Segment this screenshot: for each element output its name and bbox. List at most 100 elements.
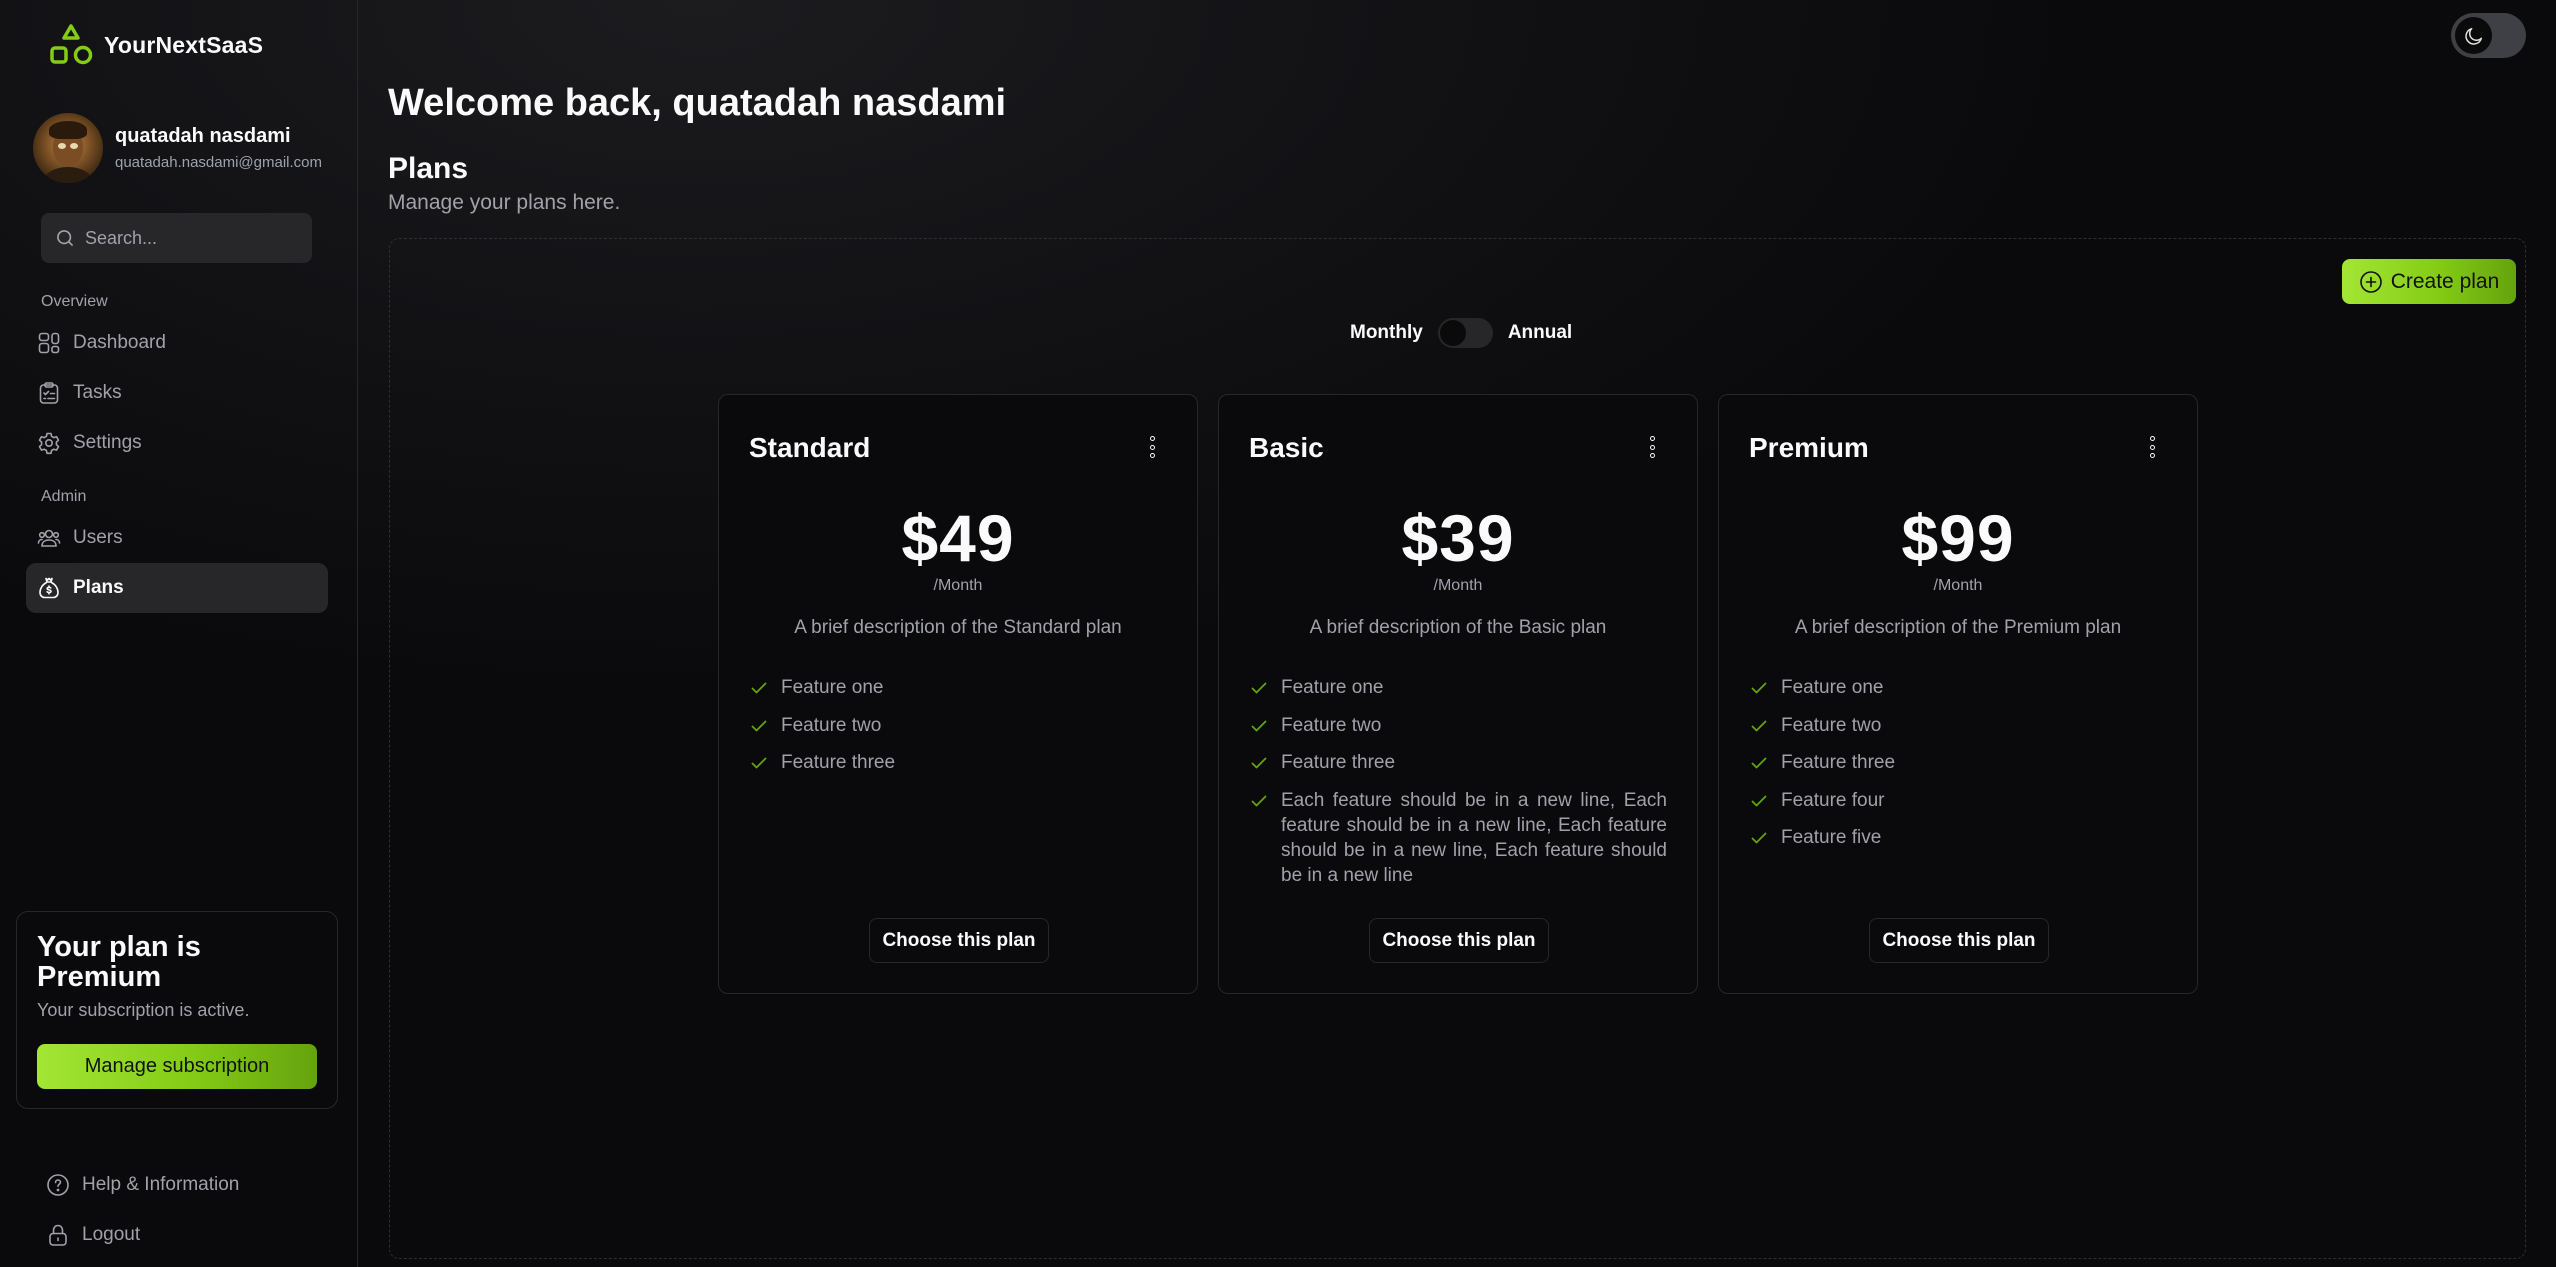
clipboard-icon (39, 382, 59, 404)
feature-list: Feature one Feature two Feature three (749, 675, 1167, 788)
plan-card-standard: Standard $49 /Month A brief description … (718, 394, 1198, 994)
moon-icon (2464, 27, 2482, 45)
check-icon (1751, 720, 1767, 731)
section-label-admin: Admin (41, 488, 87, 505)
theme-toggle[interactable] (2451, 13, 2526, 58)
sidebar-item-settings[interactable]: Settings (26, 418, 328, 468)
plus-circle-icon (2359, 270, 2382, 293)
plan-card-basic: Basic $39 /Month A brief description of … (1218, 394, 1698, 994)
plan-cards: Standard $49 /Month A brief description … (718, 394, 2198, 994)
lock-icon (49, 1224, 67, 1246)
feature-item: Each feature should be in a new line, Ea… (1249, 788, 1667, 888)
feature-item: Feature one (749, 675, 1167, 700)
theme-toggle-knob (2455, 17, 2492, 54)
section-label-overview: Overview (41, 293, 108, 310)
sidebar: YourNextSaaS quatadah nasdami quatadah.n… (0, 0, 358, 1267)
logo-shapes-icon (50, 24, 93, 65)
search-input[interactable] (85, 227, 305, 249)
help-circle-icon (47, 1174, 69, 1196)
app-name: YourNextSaaS (104, 31, 264, 58)
check-icon (751, 682, 767, 694)
feature-item: Feature five (1749, 825, 2167, 850)
check-icon (1751, 832, 1767, 844)
feature-item: Feature two (749, 713, 1167, 738)
feature-item: Feature two (1249, 713, 1667, 738)
gear-icon (38, 432, 60, 455)
app-logo[interactable]: YourNextSaaS (48, 22, 263, 68)
more-options-icon[interactable] (2145, 433, 2159, 461)
plan-period: /Month (933, 577, 983, 594)
plan-price: $99 (1901, 501, 2015, 575)
create-plan-label: Create plan (2390, 269, 2500, 293)
sidebar-item-tasks[interactable]: Tasks (26, 368, 328, 418)
sidebar-item-users[interactable]: Users (26, 513, 328, 563)
help-information-link[interactable]: Help & Information (46, 1173, 239, 1197)
check-icon (1751, 757, 1767, 769)
plan-period: /Month (1933, 577, 1983, 594)
plan-name: Standard (749, 432, 871, 463)
user-email: quatadah.nasdami@gmail.com (115, 154, 323, 171)
plans-container: Create plan Monthly Annual Standard $49 … (389, 238, 2526, 1259)
search-box[interactable] (41, 213, 312, 263)
feature-list: Feature one Feature two Feature three Fe… (1749, 675, 2167, 863)
check-icon (1751, 795, 1767, 806)
feature-item: Feature one (1749, 675, 2167, 700)
subscription-status: Your subscription is active. (37, 1000, 250, 1020)
check-icon (751, 757, 767, 769)
feature-item: Feature one (1249, 675, 1667, 700)
sidebar-item-label: Settings (73, 432, 142, 453)
feature-item: Feature three (749, 750, 1167, 775)
plan-price: $49 (901, 501, 1015, 575)
logout-link[interactable]: Logout (46, 1223, 140, 1247)
sidebar-item-label: Tasks (73, 382, 122, 403)
billing-period-switch: Monthly Annual (1350, 318, 1572, 348)
plan-period: /Month (1433, 577, 1483, 594)
user-name: quatadah nasdami (115, 125, 291, 147)
choose-plan-button[interactable]: Choose this plan (1369, 918, 1549, 963)
plan-description: A brief description of the Premium plan (1794, 617, 2122, 638)
create-plan-button[interactable]: Create plan (2342, 259, 2516, 304)
plan-price: $39 (1401, 501, 1515, 575)
billing-period-toggle[interactable] (1437, 318, 1493, 348)
choose-plan-button[interactable]: Choose this plan (869, 918, 1049, 963)
plan-name: Premium (1749, 432, 1869, 463)
plan-name: Basic (1249, 432, 1324, 463)
plan-description: A brief description of the Basic plan (1309, 617, 1607, 638)
choose-plan-button[interactable]: Choose this plan (1869, 918, 2049, 963)
search-icon (57, 230, 73, 246)
sidebar-item-dashboard[interactable]: Dashboard (26, 318, 328, 368)
check-icon (751, 720, 767, 731)
billing-monthly-label[interactable]: Monthly (1350, 322, 1423, 344)
manage-subscription-button[interactable]: Manage subscription (37, 1044, 317, 1089)
check-icon (1251, 795, 1267, 806)
logout-label: Logout (82, 1224, 141, 1245)
page-subtitle: Manage your plans here. (388, 191, 621, 214)
check-icon (1251, 682, 1267, 694)
current-plan-card: Your plan is Premium Your subscription i… (16, 911, 338, 1109)
money-bag-icon (39, 577, 59, 599)
help-information-label: Help & Information (82, 1174, 240, 1195)
feature-item: Feature three (1749, 750, 2167, 775)
feature-item: Feature three (1249, 750, 1667, 775)
feature-item: Feature four (1749, 788, 2167, 813)
avatar (33, 113, 103, 183)
sidebar-item-label: Dashboard (73, 332, 166, 353)
billing-toggle-knob (1439, 320, 1466, 346)
plan-card-premium: Premium $99 /Month A brief description o… (1718, 394, 2198, 994)
check-icon (1251, 720, 1267, 731)
sidebar-item-label: Plans (73, 577, 124, 598)
current-plan-title: Your plan is Premium (37, 931, 201, 993)
more-options-icon[interactable] (1645, 433, 1659, 461)
page-title: Plans (388, 152, 469, 185)
welcome-heading: Welcome back, quatadah nasdami (388, 82, 1007, 124)
sidebar-item-plans[interactable]: Plans (26, 563, 328, 613)
dashboard-icon (38, 332, 60, 354)
more-options-icon[interactable] (1145, 433, 1159, 461)
users-icon (37, 529, 61, 547)
user-profile[interactable]: quatadah nasdami quatadah.nasdami@gmail.… (33, 113, 322, 183)
billing-annual-label[interactable]: Annual (1508, 322, 1572, 344)
feature-item: Feature two (1749, 713, 2167, 738)
check-icon (1751, 682, 1767, 694)
feature-list: Feature one Feature two Feature three Ea… (1249, 675, 1667, 900)
sidebar-item-label: Users (73, 527, 123, 548)
